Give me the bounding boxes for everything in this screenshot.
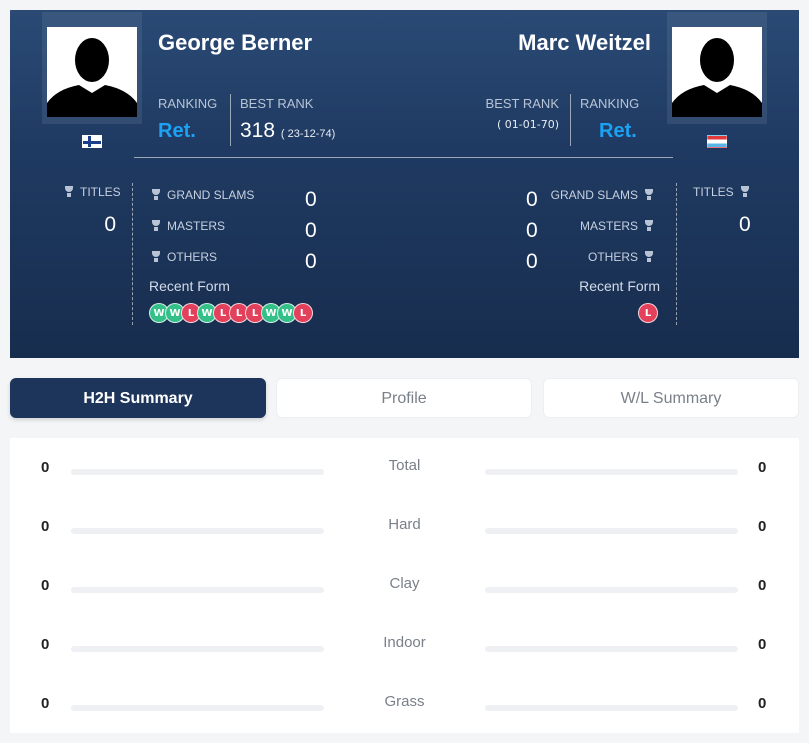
player1-progress-bar	[71, 646, 324, 652]
player1-recent-form: WWLWLLLWWL	[149, 303, 319, 325]
player1-progress-bar	[71, 528, 324, 534]
player2-ranking-value: Ret.	[599, 120, 637, 142]
player2-masters-label: MASTERS	[580, 219, 660, 233]
player1-progress-bar	[71, 587, 324, 593]
player2-photo-frame	[667, 12, 767, 124]
player1-ranking-label: RANKING	[158, 96, 218, 111]
player1-form-result[interactable]: L	[293, 303, 313, 323]
surface-label: Total	[388, 457, 421, 474]
player1-avatar[interactable]	[47, 27, 137, 117]
h2h-row: 0 Hard 0	[10, 516, 799, 548]
trophy-icon	[151, 220, 161, 231]
trophy-icon	[64, 186, 74, 197]
player2-avatar[interactable]	[672, 27, 762, 117]
divider	[230, 94, 231, 146]
player1-titles-value: 0	[104, 213, 116, 236]
h2h-row: 0 Grass 0	[10, 693, 799, 725]
player2-recent-form: L	[638, 303, 660, 325]
player2-others-label: OTHERS	[588, 250, 660, 264]
divider	[570, 94, 571, 146]
player1-titles-label: TITLES	[58, 185, 121, 199]
player2-surface-wins: 0	[758, 636, 767, 653]
player1-photo-frame	[42, 12, 142, 124]
player2-grand-slams-value: 0	[526, 188, 538, 211]
player2-name[interactable]: Marc Weitzel	[518, 30, 651, 56]
trophy-icon	[644, 251, 654, 262]
player2-form-result[interactable]: L	[638, 303, 658, 323]
player2-titles-value: 0	[739, 213, 751, 236]
player2-surface-wins: 0	[758, 459, 767, 476]
surface-label: Hard	[388, 516, 421, 533]
player2-progress-bar	[485, 646, 738, 652]
trophy-icon	[644, 189, 654, 200]
player2-grand-slams-label: GRAND SLAMS	[551, 188, 660, 202]
player2-progress-bar	[485, 705, 738, 711]
player2-titles-label: TITLES	[693, 185, 756, 199]
player1-surface-wins: 0	[41, 577, 50, 594]
player1-best-rank: 318 ( 23-12-74)	[240, 119, 335, 143]
player1-flag-icon	[82, 135, 102, 148]
h2h-row: 0 Total 0	[10, 457, 799, 489]
player-silhouette-icon	[672, 27, 762, 117]
player1-surface-wins: 0	[41, 695, 50, 712]
player2-masters-value: 0	[526, 219, 538, 242]
surface-label: Grass	[384, 693, 425, 710]
h2h-row: 0 Clay 0	[10, 575, 799, 607]
trophy-icon	[151, 251, 161, 262]
player1-surface-wins: 0	[41, 518, 50, 535]
trophy-icon	[740, 186, 750, 197]
player2-others-value: 0	[526, 250, 538, 273]
h2h-summary-panel: 0 Total 0 0 Hard 0 0 Clay 0 0 Indoor 0 0 Grass 0	[10, 438, 799, 733]
player2-flag-icon	[707, 135, 727, 148]
player1-progress-bar	[71, 705, 324, 711]
surface-label: Indoor	[383, 634, 426, 651]
divider	[676, 183, 677, 325]
player2-surface-wins: 0	[758, 577, 767, 594]
player1-grand-slams-value: 0	[305, 188, 317, 211]
player2-surface-wins: 0	[758, 518, 767, 535]
player1-name[interactable]: George Berner	[158, 30, 312, 56]
divider	[134, 157, 673, 158]
tab-profile[interactable]: Profile	[276, 378, 532, 418]
player2-progress-bar	[485, 528, 738, 534]
player1-grand-slams-label: GRAND SLAMS	[145, 188, 254, 202]
h2h-row: 0 Indoor 0	[10, 634, 799, 666]
tab-wl-summary[interactable]: W/L Summary	[543, 378, 799, 418]
player1-progress-bar	[71, 469, 324, 475]
player-silhouette-icon	[47, 27, 137, 117]
player2-best-rank-date: ( 01-01-70)	[496, 118, 559, 131]
player2-progress-bar	[485, 587, 738, 593]
trophy-icon	[151, 189, 161, 200]
player1-best-rank-label: BEST RANK	[240, 96, 314, 111]
player1-masters-value: 0	[305, 219, 317, 242]
player2-best-rank-label: BEST RANK	[485, 96, 559, 111]
player1-masters-label: MASTERS	[145, 219, 225, 233]
player1-surface-wins: 0	[41, 459, 50, 476]
player1-ranking-value: Ret.	[158, 120, 196, 142]
player2-progress-bar	[485, 469, 738, 475]
tab-h2h-summary[interactable]: H2H Summary	[10, 378, 266, 418]
divider	[132, 183, 133, 325]
surface-label: Clay	[389, 575, 420, 592]
player2-surface-wins: 0	[758, 695, 767, 712]
player1-surface-wins: 0	[41, 636, 50, 653]
player2-recent-form-label: Recent Form	[579, 278, 660, 294]
player1-others-label: OTHERS	[145, 250, 217, 264]
player1-others-value: 0	[305, 250, 317, 273]
player2-ranking-label: RANKING	[580, 96, 640, 111]
trophy-icon	[644, 220, 654, 231]
player1-recent-form-label: Recent Form	[149, 278, 230, 294]
player1-best-rank-value: 318	[240, 119, 276, 142]
h2h-header: George Berner Marc Weitzel RANKING Ret. …	[10, 10, 799, 358]
player1-best-rank-date: ( 23-12-74)	[280, 128, 336, 140]
